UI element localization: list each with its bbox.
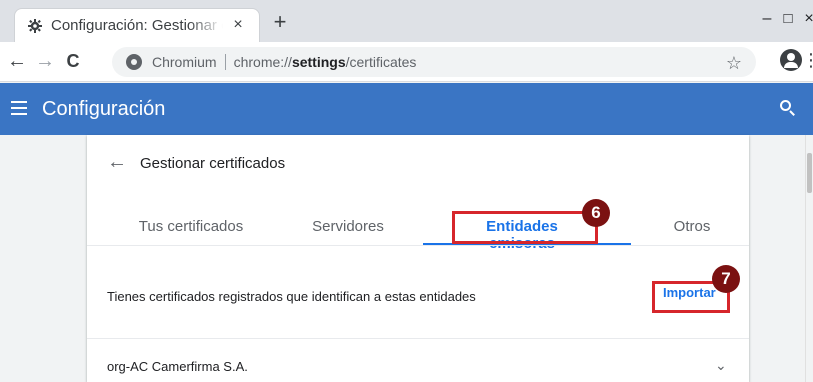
gear-icon <box>27 18 43 34</box>
settings-header: Configuración <box>0 83 813 135</box>
menu-icon[interactable]: ⋮ <box>802 50 813 70</box>
close-icon[interactable]: × <box>229 16 247 34</box>
new-tab-button[interactable]: + <box>268 11 292 35</box>
minimize-button[interactable]: – <box>758 10 776 28</box>
callout-badge-7: 7 <box>712 265 740 293</box>
scrollbar[interactable] <box>805 135 813 382</box>
forward-button[interactable]: → <box>34 50 56 72</box>
address-bar[interactable]: Chromium chrome:// settings /certificate… <box>112 47 756 77</box>
page-title: Gestionar certificados <box>140 155 286 172</box>
browser-tab[interactable]: Configuración: Gestionar certificados × <box>14 8 260 42</box>
chevron-down-icon[interactable]: ⌄ <box>715 357 727 374</box>
back-button[interactable]: ← <box>6 50 28 72</box>
url-scheme: chrome:// <box>233 54 292 70</box>
maximize-button[interactable]: □ <box>779 10 797 27</box>
browser-toolbar: ← → C Chromium chrome:// settings /certi… <box>0 42 813 82</box>
scrollbar-thumb[interactable] <box>807 153 812 193</box>
tabs-baseline <box>87 245 749 246</box>
url-host: settings <box>291 54 346 70</box>
callout-badge-6: 6 <box>582 199 610 227</box>
origin-chip: Chromium <box>152 54 217 70</box>
account-icon[interactable] <box>780 49 802 71</box>
account-head <box>787 53 795 61</box>
tab-strip: Configuración: Gestionar certificados × … <box>0 0 813 42</box>
row-divider <box>87 338 749 339</box>
tab-title: Configuración: Gestionar certificados <box>51 17 223 34</box>
tab-otros[interactable]: Otros <box>667 218 717 235</box>
certificates-card: ← Gestionar certificados Tus certificado… <box>87 135 749 382</box>
omnibox-divider <box>224 54 226 70</box>
settings-title: Configuración <box>42 98 166 120</box>
account-body <box>784 62 798 68</box>
url-path: /certificates <box>345 54 417 70</box>
settings-content: ← Gestionar certificados Tus certificado… <box>0 135 813 382</box>
authorities-description: Tienes certificados registrados que iden… <box>107 289 476 304</box>
chromium-icon <box>126 54 142 70</box>
callout-box-entidades <box>452 211 598 244</box>
bookmark-star-icon[interactable]: ☆ <box>726 53 742 74</box>
close-window-button[interactable]: × <box>800 10 813 28</box>
menu-hamburger-icon[interactable] <box>8 97 30 119</box>
tab-tus-certificados[interactable]: Tus certificados <box>127 218 255 235</box>
authority-row-name[interactable]: org-AC Camerfirma S.A. <box>107 359 248 374</box>
tab-servidores[interactable]: Servidores <box>293 218 403 235</box>
reload-button[interactable]: C <box>62 50 84 72</box>
back-arrow-icon[interactable]: ← <box>107 152 127 172</box>
search-icon[interactable] <box>779 99 797 117</box>
